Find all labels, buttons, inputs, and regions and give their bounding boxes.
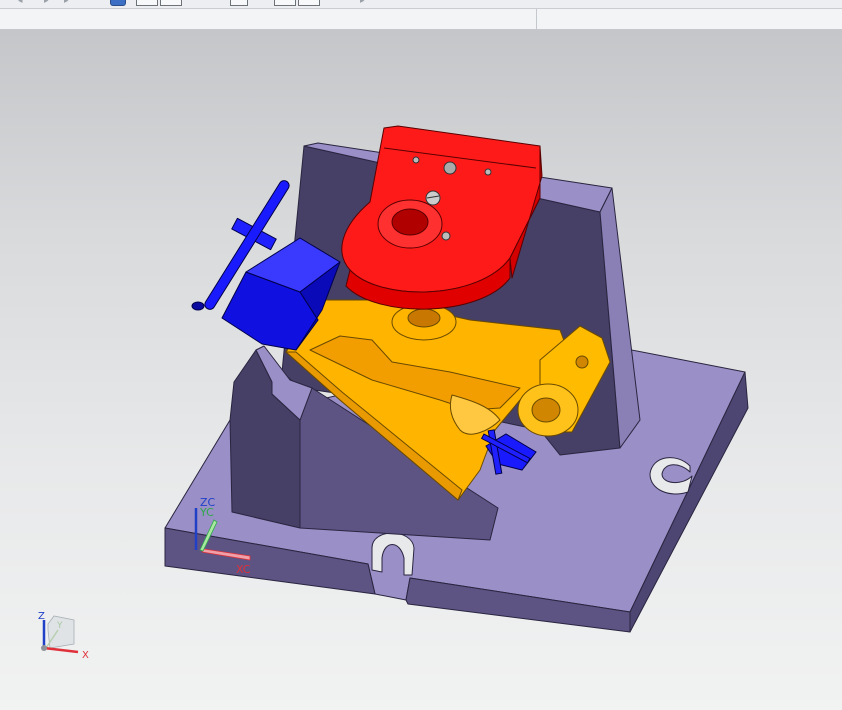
toolbar-button[interactable] [230,0,248,6]
wcs-x-label: XC [236,563,251,576]
triad-x-axis [43,646,79,654]
arrow-right-icon[interactable]: ▸ [360,0,365,6]
snap-icon[interactable] [110,0,126,6]
secondary-toolbar [0,9,842,30]
workpiece-cylinder-bore [531,397,561,423]
drill-bushing-inner [391,208,429,236]
arrow-right-icon[interactable]: ▸ [44,0,49,6]
pin-hole-small-left [412,156,420,164]
pin-hole-small-right [484,168,492,176]
model-scene: ZC YC XC Z Y X [38,125,749,661]
triad-z-label: Z [38,611,45,622]
toolbar-button[interactable] [298,0,320,6]
arrow-left-icon[interactable]: ◂ [18,0,23,6]
bushing-pin [441,231,451,241]
triad-origin [41,645,47,651]
triad-x-label: X [82,650,89,661]
pin-hole [443,161,457,175]
view-triad[interactable]: Z Y X [38,611,89,661]
toolbar-button[interactable] [136,0,158,6]
t-handle-end [191,301,205,311]
toolbar-divider [536,9,537,29]
workpiece-boss-hole [407,308,441,328]
triad-y-label: Y [56,621,63,631]
graphics-viewport[interactable]: ZC YC XC Z Y X [0,30,842,710]
ribbon-toolbar-strip: ◂ ▸ ▸ ▸ [0,0,842,9]
arrow-right-icon[interactable]: ▸ [64,0,69,6]
toolbar-button[interactable] [274,0,296,6]
toolbar-button[interactable] [160,0,182,6]
workpiece-side-hole [575,355,589,369]
wcs-y-label: YC [199,506,214,519]
